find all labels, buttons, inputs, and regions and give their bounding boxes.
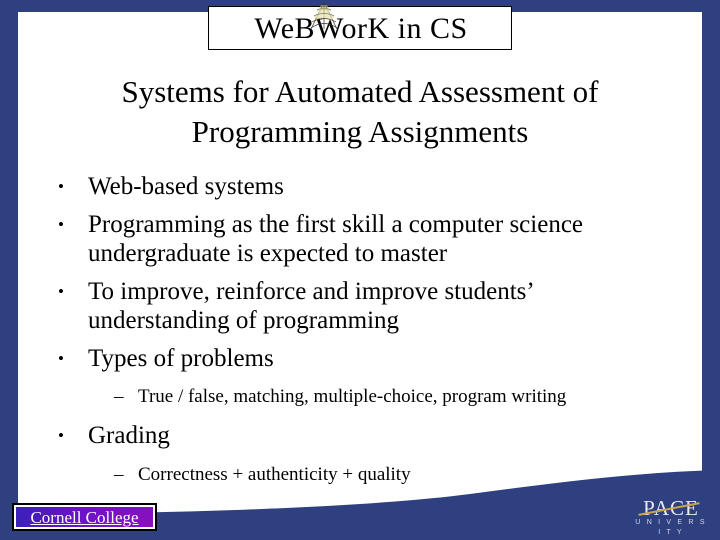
sub-bullet-text: Correctness + authenticity + quality (138, 463, 411, 485)
bullet-marker: • (58, 348, 64, 368)
slide-canvas: WeBWorK in CS Systems for Automated Asse… (0, 0, 720, 540)
bullet-item: • Grading (58, 421, 676, 451)
slide-title-line1: Systems for Automated Assessment of (121, 74, 599, 109)
webwork-logo-text: WeBWorK in CS (254, 12, 468, 45)
bullet-text: To improve, reinforce and improve studen… (88, 277, 533, 335)
sub-bullet-marker: – (114, 386, 124, 407)
pace-university-subtitle: U N I V E R S I T Y (635, 519, 707, 536)
slide-body: • Web-based systems • Programming as the… (46, 172, 676, 486)
bullet-marker: • (58, 214, 64, 234)
bullet-text: Programming as the first skill a compute… (88, 210, 584, 268)
slide-title: Systems for Automated Assessment of Prog… (40, 72, 680, 152)
bullet-text: Web-based systems (88, 173, 284, 200)
bullet-item: • Types of problems (58, 344, 676, 374)
sub-bullet-text: True / false, matching, multiple-choice,… (138, 386, 567, 407)
cornell-college-label: Cornell College (30, 508, 139, 527)
frame-border-left (0, 0, 18, 540)
bullet-marker: • (58, 281, 64, 301)
bullet-item: • Web-based systems (58, 172, 676, 202)
cornell-college-badge[interactable]: Cornell College (12, 503, 157, 531)
sub-bullet-item: – True / false, matching, multiple-choic… (114, 386, 676, 408)
bullet-marker: • (58, 177, 64, 196)
frame-border-right (702, 0, 720, 540)
pace-university-logo: PACE U N I V E R S I T Y (634, 498, 708, 537)
sub-bullet-marker: – (114, 463, 124, 485)
cornell-college-badge-fill: Cornell College (16, 507, 153, 527)
bullet-text: Grading (88, 422, 170, 449)
bullet-item: • Programming as the first skill a compu… (58, 210, 676, 269)
bullet-text: Types of problems (88, 344, 274, 372)
bullet-item: • To improve, reinforce and improve stud… (58, 277, 676, 336)
webwork-logo-box: WeBWorK in CS (208, 2, 512, 50)
sub-bullet-item: – Correctness + authenticity + quality (114, 464, 676, 486)
bullet-marker: • (58, 426, 64, 445)
slide-title-line2: Programming Assignments (191, 114, 529, 149)
